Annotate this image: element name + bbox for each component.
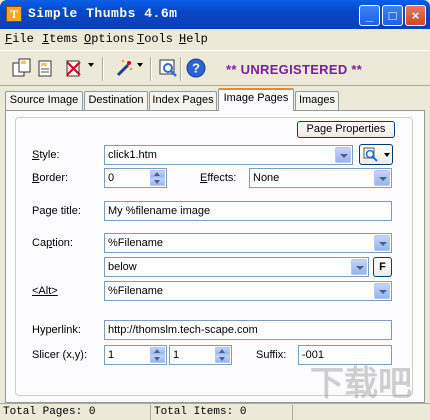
effects-select[interactable]: None: [249, 168, 392, 188]
slicer-x-stepper[interactable]: 1: [104, 345, 167, 365]
open-page-icon[interactable]: [36, 58, 56, 78]
magic-wand-icon[interactable]: [114, 58, 134, 78]
spin-up-icon[interactable]: [150, 347, 165, 355]
slicer-label: Slicer (x,y):: [32, 349, 87, 361]
style-label: Style:: [32, 149, 60, 161]
help-icon[interactable]: ?: [186, 58, 206, 78]
suffix-input[interactable]: -001: [298, 345, 392, 365]
slicer-y-value: 1: [173, 349, 180, 361]
unregistered-banner: ** UNREGISTERED **: [226, 62, 363, 77]
chevron-down-icon[interactable]: [137, 63, 143, 67]
window-title: Simple Thumbs 4.6m: [28, 6, 178, 21]
new-files-icon[interactable]: [12, 58, 32, 78]
minimize-button[interactable]: _: [359, 5, 380, 26]
maximize-button[interactable]: □: [382, 5, 403, 26]
effects-value: None: [253, 172, 280, 184]
chevron-down-icon[interactable]: [374, 283, 390, 299]
border-label: Border:: [32, 172, 69, 184]
border-value: 0: [108, 172, 115, 184]
border-spinner[interactable]: [150, 170, 165, 186]
toolbar-separator: [102, 57, 104, 81]
suffix-label: Suffix:: [256, 349, 287, 361]
toolbar-separator: [180, 57, 182, 81]
svg-text:?: ?: [192, 61, 200, 76]
page-title-input[interactable]: My %filename image: [104, 201, 392, 221]
caption-value: %Filename: [108, 237, 164, 249]
spin-up-icon[interactable]: [150, 170, 165, 178]
alt-label: <Alt>: [32, 285, 58, 297]
menu-help[interactable]: Help: [179, 32, 208, 46]
delete-page-icon[interactable]: [64, 58, 84, 78]
menu-tools[interactable]: Tools: [137, 32, 173, 46]
toolbar-separator: [150, 57, 152, 81]
spin-down-icon[interactable]: [215, 355, 230, 363]
menu-file[interactable]: File: [5, 32, 34, 46]
spin-down-icon[interactable]: [150, 178, 165, 186]
toolbar: ? ** UNREGISTERED **: [0, 50, 430, 86]
chevron-down-icon[interactable]: [374, 235, 390, 251]
title-bar: T Simple Thumbs 4.6m _ □ ×: [0, 0, 430, 29]
chevron-down-icon[interactable]: [335, 147, 351, 163]
tab-destination[interactable]: Destination: [84, 91, 148, 110]
slicer-y-stepper[interactable]: 1: [169, 345, 232, 365]
slicer-x-value: 1: [108, 349, 115, 361]
style-select[interactable]: click1.htm: [104, 145, 353, 165]
caption-font-button[interactable]: F: [373, 257, 392, 277]
page-title-label: Page title:: [32, 205, 81, 217]
tab-images[interactable]: Images: [295, 91, 339, 110]
menu-items[interactable]: Items: [42, 32, 78, 46]
magnifier-icon: [363, 147, 378, 162]
caption-position-value: below: [108, 261, 137, 273]
caption-position-select[interactable]: below: [104, 257, 369, 277]
status-panel: [292, 405, 430, 420]
chevron-down-icon: [384, 153, 390, 157]
menu-options[interactable]: Options: [84, 32, 134, 46]
tab-image-pages[interactable]: Image Pages: [218, 88, 294, 111]
menu-bar: File Items Options Tools Help: [0, 29, 430, 49]
caption-select[interactable]: %Filename: [104, 233, 392, 253]
app-icon: T: [6, 6, 22, 22]
chevron-down-icon[interactable]: [88, 63, 94, 67]
caption-label: Caption:: [32, 237, 73, 249]
hyperlink-label: Hyperlink:: [32, 324, 81, 336]
status-bar: Total Pages: 0 Total Items: 0: [0, 403, 430, 420]
style-preview-button[interactable]: [359, 144, 393, 165]
border-stepper[interactable]: 0: [104, 168, 167, 188]
hyperlink-input[interactable]: http://thomslm.tech-scape.com: [104, 320, 392, 340]
tab-source-image[interactable]: Source Image: [5, 91, 83, 110]
preview-icon[interactable]: [158, 58, 178, 78]
style-value: click1.htm: [108, 149, 157, 161]
chevron-down-icon[interactable]: [351, 259, 367, 275]
slicer-y-spinner[interactable]: [215, 347, 230, 363]
effects-label: Effects:: [200, 172, 237, 184]
total-pages-status: Total Pages: 0: [3, 406, 96, 418]
close-button[interactable]: ×: [405, 5, 426, 26]
chevron-down-icon[interactable]: [374, 170, 390, 186]
alt-select[interactable]: %Filename: [104, 281, 392, 301]
spin-down-icon[interactable]: [150, 355, 165, 363]
page-properties-button[interactable]: Page Properties: [297, 121, 395, 138]
total-items-status: Total Items: 0: [150, 405, 290, 420]
alt-value: %Filename: [108, 285, 164, 297]
tab-index-pages[interactable]: Index Pages: [149, 91, 217, 110]
slicer-x-spinner[interactable]: [150, 347, 165, 363]
spin-up-icon[interactable]: [215, 347, 230, 355]
